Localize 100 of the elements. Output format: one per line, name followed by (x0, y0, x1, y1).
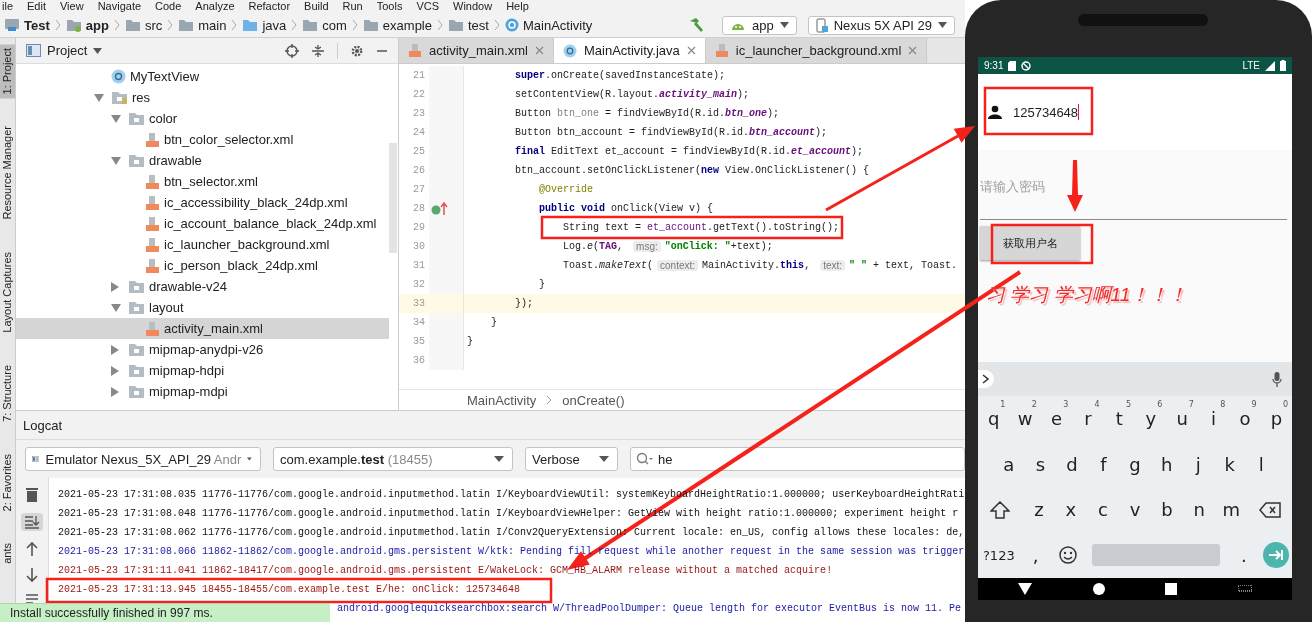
expanded-caret-icon[interactable] (94, 93, 104, 102)
log-level-dropdown[interactable]: Verbose (525, 447, 618, 471)
close-icon[interactable] (908, 46, 918, 55)
keyboard-key[interactable]: . (1227, 535, 1260, 576)
menu-item[interactable]: Navigate (97, 0, 142, 13)
keyboard-key[interactable]: q 1 (978, 398, 1010, 439)
keyboard-key[interactable]: s (1024, 444, 1057, 485)
collapsed-caret-icon[interactable] (111, 281, 119, 292)
expanded-caret-icon[interactable] (111, 114, 121, 123)
tool-window-tab[interactable]: ants (0, 539, 15, 568)
collapsed-caret-icon[interactable] (111, 365, 119, 376)
keyboard-key[interactable]: o 9 (1229, 398, 1261, 439)
tool-window-tab[interactable]: Resource Manager (0, 122, 15, 225)
back-icon[interactable] (1018, 583, 1033, 595)
breadcrumb-item[interactable]: test (448, 17, 489, 33)
breadcrumb-item[interactable]: onCreate() (562, 392, 625, 408)
tree-item[interactable]: ic_person_black_24dp.xml (16, 255, 389, 276)
keyboard-key[interactable]: x (1054, 489, 1087, 530)
keyboard-key[interactable]: r 4 (1072, 398, 1104, 439)
menu-item[interactable]: View (60, 0, 84, 13)
menu-item[interactable]: ile (2, 0, 13, 13)
trash-icon[interactable] (25, 487, 39, 503)
breadcrumb-item[interactable]: com (302, 17, 347, 33)
tree-item[interactable]: mipmap-hdpi (16, 360, 389, 381)
breadcrumb-item[interactable]: MainActivity (467, 392, 537, 408)
tree-item[interactable]: mipmap-anydpi-v26 (16, 339, 389, 360)
keyboard-key[interactable]: a (993, 444, 1025, 485)
breadcrumb-item[interactable]: main (178, 17, 227, 33)
close-icon[interactable] (534, 46, 544, 55)
keyboard-key[interactable]: b (1151, 489, 1184, 530)
keyboard-key[interactable]: y 6 (1135, 398, 1167, 439)
keyboard-key[interactable]: u 7 (1166, 398, 1198, 439)
breadcrumb-item[interactable]: Test (4, 17, 50, 33)
menu-item[interactable]: Analyze (195, 0, 235, 13)
tree-item[interactable]: ic_accessibility_black_24dp.xml (16, 192, 389, 213)
menu-item[interactable]: Tools (376, 0, 403, 13)
tool-window-tab[interactable]: 7: Structure (0, 360, 15, 426)
keyboard-key[interactable]: p 0 (1260, 398, 1293, 439)
keyboard-icon[interactable] (1237, 585, 1252, 593)
keyboard-key[interactable]: g (1119, 444, 1151, 485)
keyboard-key[interactable]: f (1087, 444, 1120, 485)
close-icon[interactable] (686, 46, 696, 55)
tool-window-tab[interactable]: 1: Project (0, 44, 15, 99)
down-arrow-icon[interactable] (25, 567, 39, 583)
tree-item[interactable]: res (16, 87, 389, 108)
keyboard-key[interactable]: w 2 (1009, 398, 1041, 439)
menu-item[interactable]: Edit (27, 0, 46, 13)
collapsed-caret-icon[interactable] (111, 386, 119, 397)
crosshair-icon[interactable] (285, 43, 299, 58)
override-icon[interactable] (431, 201, 449, 216)
keyboard-key[interactable]: m (1215, 489, 1248, 530)
expand-button[interactable] (978, 370, 994, 388)
run-config-dropdown[interactable]: app (722, 15, 797, 35)
tree-item[interactable]: layout (16, 297, 389, 318)
settings-icon[interactable] (350, 43, 364, 58)
keyboard-key[interactable]: k (1213, 444, 1246, 485)
project-view-dropdown[interactable]: Project (26, 43, 103, 58)
editor-tab[interactable]: ic_launcher_background.xml (705, 38, 928, 63)
editor-tab[interactable]: activity_main.xml (399, 38, 554, 63)
get-username-button[interactable]: 获取用户名 (980, 226, 1080, 260)
menu-item[interactable]: Window (453, 0, 493, 13)
tool-window-tab[interactable]: Layout Captures (0, 248, 15, 337)
menu-item[interactable]: Code (155, 0, 182, 13)
tree-item[interactable]: drawable (16, 150, 389, 171)
expanded-caret-icon[interactable] (111, 303, 121, 312)
breadcrumb-item[interactable]: src (124, 17, 163, 33)
keyboard-key[interactable]: l (1245, 444, 1278, 485)
collapsed-caret-icon[interactable] (111, 344, 119, 355)
keyboard-key[interactable]: z (1022, 489, 1055, 530)
tree-item[interactable]: color (16, 108, 389, 129)
tree-item[interactable]: drawable-v24 (16, 276, 389, 297)
breadcrumb-item[interactable]: example (362, 17, 432, 33)
device-dropdown[interactable]: Emulator Nexus_5X_API_29 Andr (25, 447, 261, 471)
expanded-caret-icon[interactable] (111, 156, 121, 165)
keyboard-key[interactable]: h (1150, 444, 1183, 485)
keyboard-key[interactable]: c (1086, 489, 1119, 530)
process-dropdown[interactable]: com.example.test (18455) (273, 447, 513, 471)
soft-wrap-icon[interactable] (25, 593, 39, 605)
symbols-key[interactable]: ?123 (978, 535, 1020, 576)
tree-item[interactable]: ic_launcher_background.xml (16, 234, 389, 255)
search-field[interactable]: he (630, 447, 965, 471)
tool-window-tab[interactable]: 2: Favorites (0, 449, 15, 516)
tree-item[interactable]: mipmap-mdpi (16, 381, 389, 402)
microphone-icon[interactable] (1272, 371, 1282, 387)
keyboard-key[interactable]: i 8 (1197, 398, 1230, 439)
scroll-to-end-button[interactable] (21, 513, 43, 531)
menu-item[interactable]: Help (506, 0, 529, 13)
keyboard-key[interactable]: t 5 (1103, 398, 1136, 439)
recents-icon[interactable] (1165, 583, 1178, 595)
keyboard-key[interactable]: e 3 (1040, 398, 1073, 439)
scrollbar-thumb[interactable] (389, 143, 397, 253)
tree-item[interactable]: ic_account_balance_black_24dp.xml (16, 213, 389, 234)
keyboard-key[interactable]: d (1056, 444, 1088, 485)
device-dropdown[interactable]: Nexus 5X API 29 (807, 15, 955, 35)
breadcrumb-item[interactable]: MainActivity (504, 17, 593, 33)
tree-item[interactable]: MyTextView (16, 66, 389, 87)
menu-item[interactable]: Run (342, 0, 363, 13)
home-icon[interactable] (1092, 583, 1105, 595)
menu-item[interactable]: Build (304, 0, 329, 13)
keyboard-key[interactable]: n (1183, 489, 1216, 530)
